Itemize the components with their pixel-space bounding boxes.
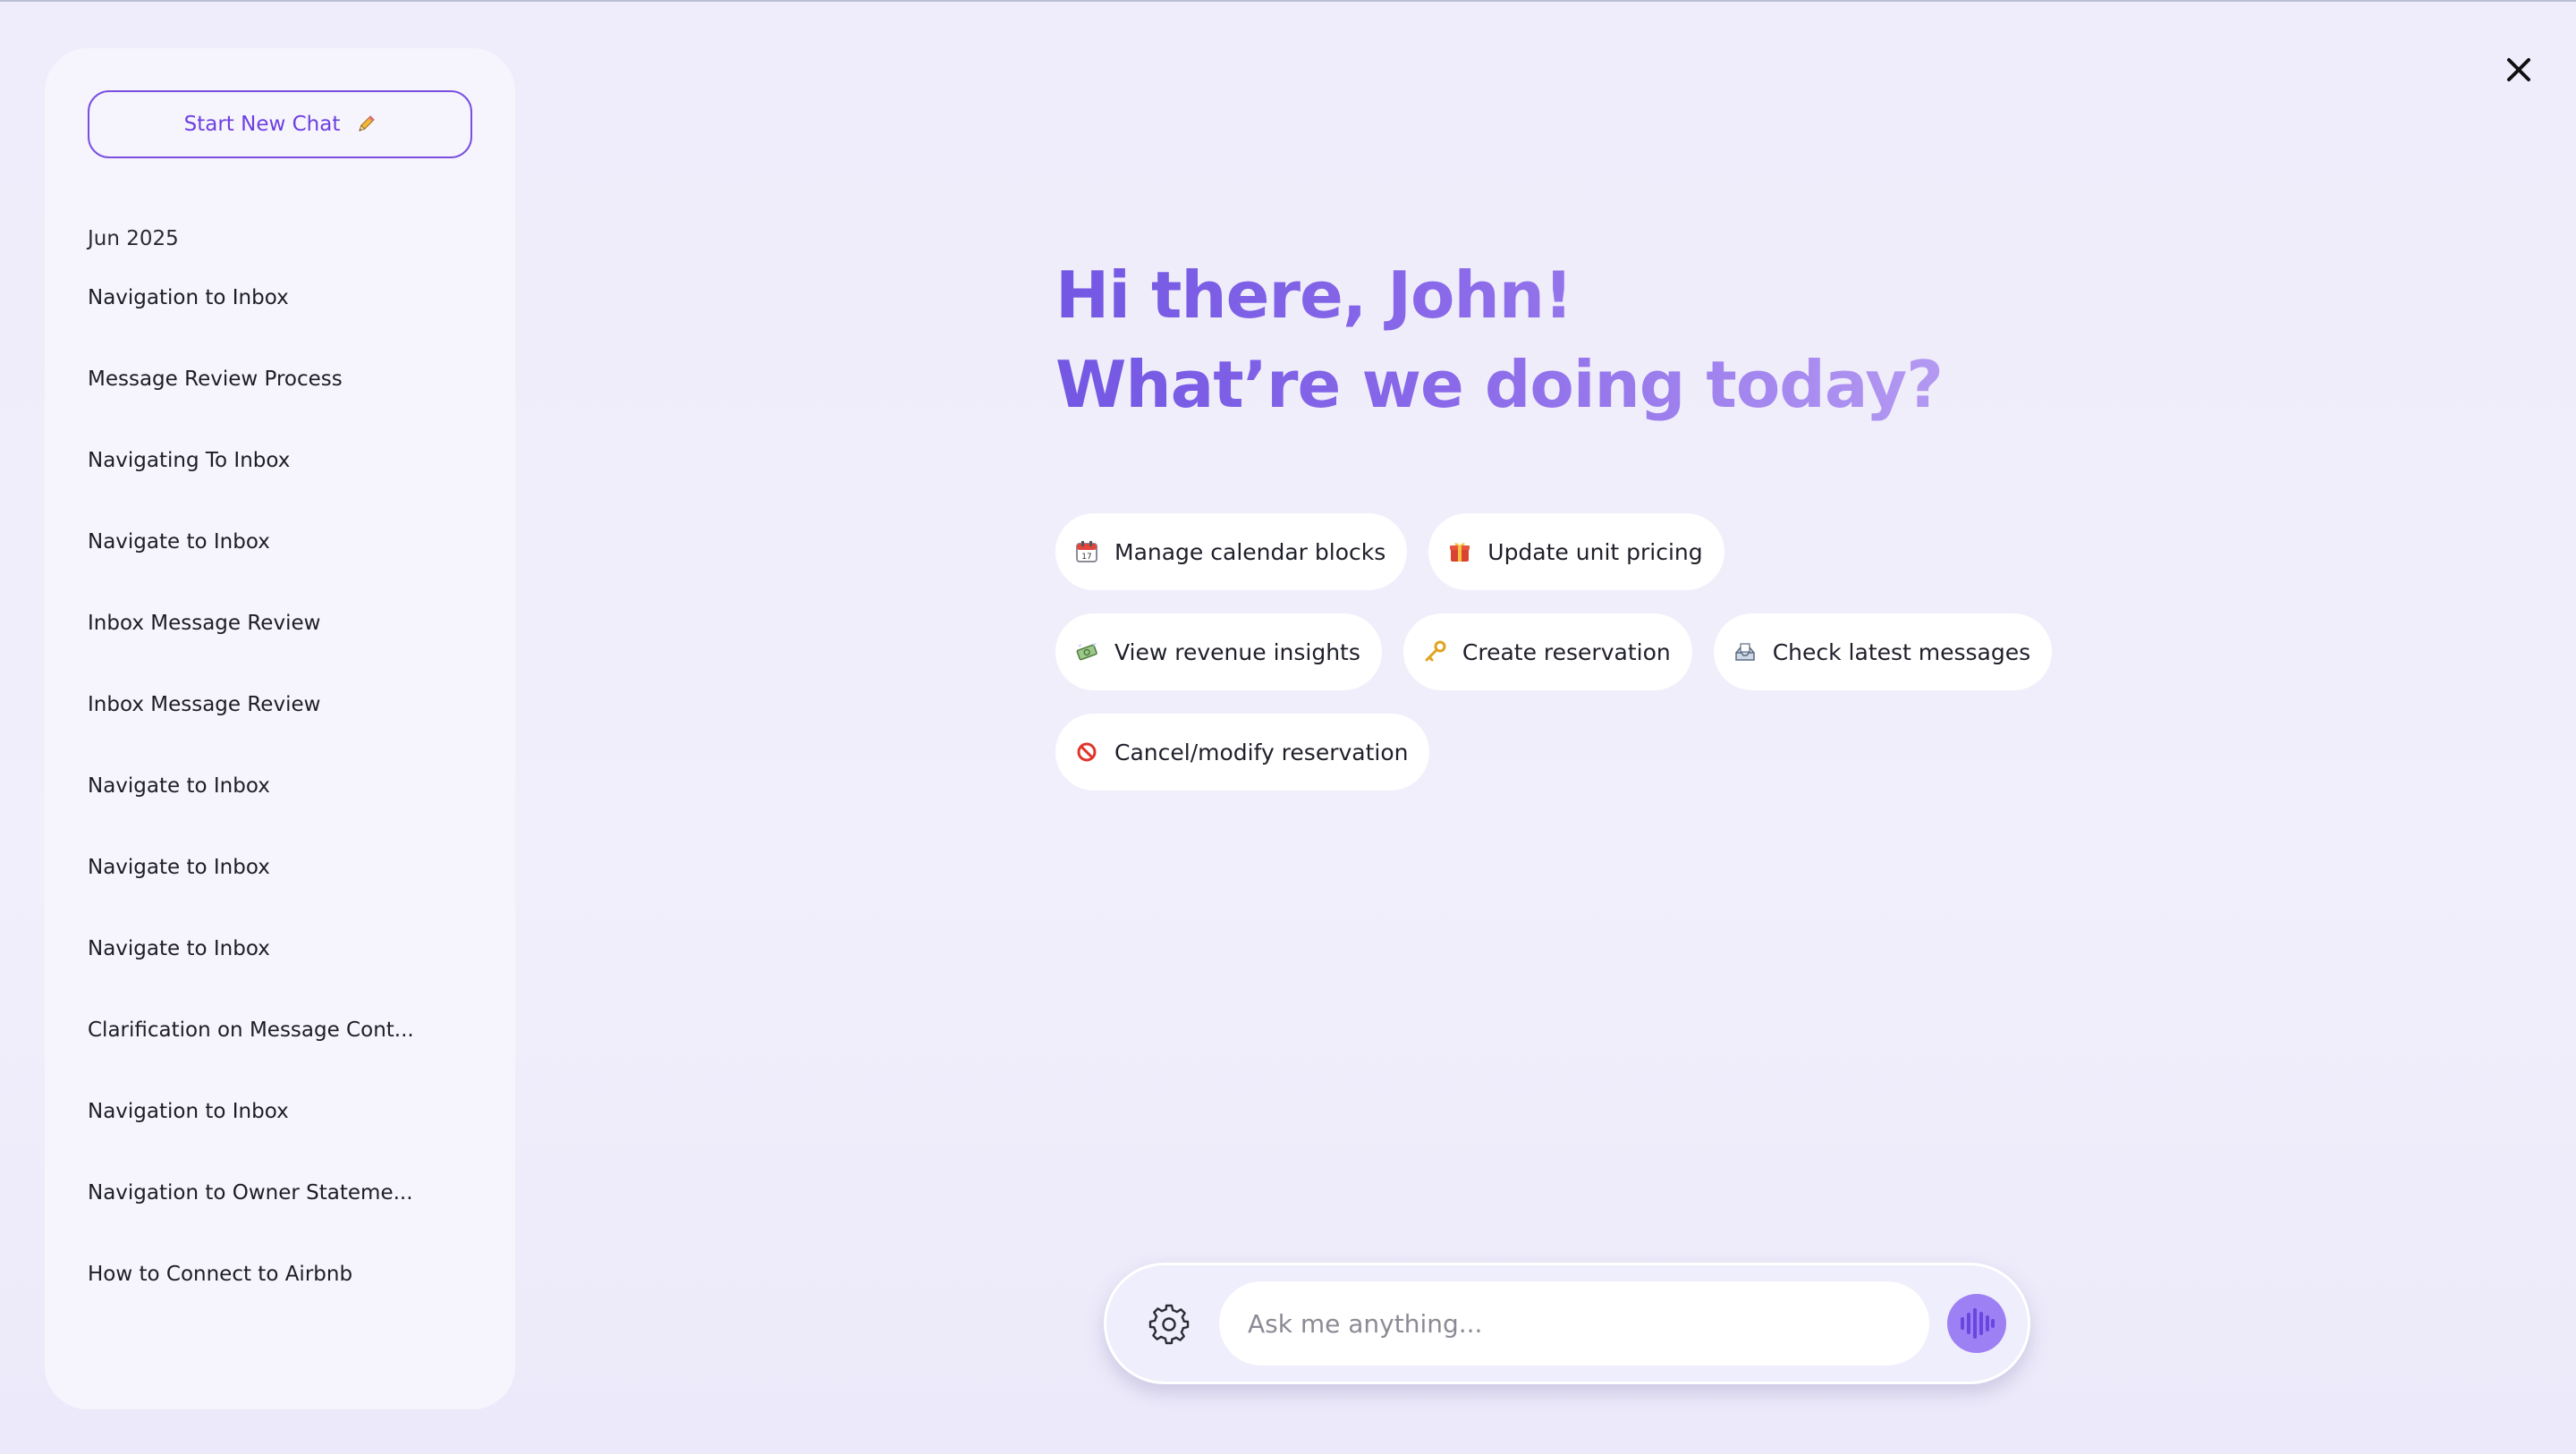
greeting-line-1: Hi there, John! xyxy=(1055,250,1943,340)
voice-input-button[interactable] xyxy=(1947,1294,2006,1353)
svg-text:17: 17 xyxy=(1081,553,1091,562)
calendar-icon: 17 xyxy=(1076,541,1097,562)
history-item[interactable]: Navigation to Inbox xyxy=(88,1102,481,1183)
money-icon xyxy=(1076,643,1097,661)
suggestion-cancel-modify-reservation[interactable]: Cancel/modify reservation xyxy=(1055,714,1430,790)
history-item[interactable]: Navigation to Inbox xyxy=(88,288,481,369)
suggestion-label: Manage calendar blocks xyxy=(1114,538,1386,565)
history-item[interactable]: Navigate to Inbox xyxy=(88,858,481,939)
start-new-chat-label: Start New Chat xyxy=(183,113,341,136)
history-item[interactable]: Navigate to Inbox xyxy=(88,776,481,858)
suggestion-update-unit-pricing[interactable]: Update unit pricing xyxy=(1428,513,1724,590)
history-group-label: Jun 2025 xyxy=(88,227,179,250)
greeting-line-2: What’re we doing today? xyxy=(1055,340,1944,429)
gift-icon xyxy=(1450,543,1470,562)
suggestion-view-revenue-insights[interactable]: View revenue insights xyxy=(1055,613,1382,690)
suggestion-label: Cancel/modify reservation xyxy=(1114,739,1409,765)
key-icon xyxy=(1425,640,1446,662)
pencil-icon xyxy=(359,115,376,131)
close-icon xyxy=(2507,58,2530,81)
greeting-heading: Hi there, John! What’re we doing today? xyxy=(1055,250,1944,429)
history-item[interactable]: Inbox Message Review xyxy=(88,613,481,695)
start-new-chat-button[interactable]: Start New Chat xyxy=(88,90,472,158)
suggestion-label: Check latest messages xyxy=(1772,638,2031,665)
history-item[interactable]: Navigate to Inbox xyxy=(88,532,481,613)
history-item[interactable]: Inbox Message Review xyxy=(88,695,481,776)
suggestion-check-latest-messages[interactable]: Check latest messages xyxy=(1713,613,2053,690)
suggestion-create-reservation[interactable]: Create reservation xyxy=(1402,613,1692,690)
close-button[interactable] xyxy=(2497,48,2540,91)
history-item[interactable]: Navigation to Owner Stateme... xyxy=(88,1183,481,1264)
history-item[interactable]: How to Connect to Airbnb xyxy=(88,1264,481,1346)
settings-button[interactable] xyxy=(1144,1299,1194,1349)
chat-history-sidebar: Start New Chat Jun 2025 Navigation to In… xyxy=(45,48,515,1409)
chip-row: Cancel/modify reservation xyxy=(1055,714,2129,790)
history-item[interactable]: Clarification on Message Cont... xyxy=(88,1020,481,1102)
suggestion-label: Create reservation xyxy=(1462,638,1671,665)
prohibited-icon xyxy=(1077,742,1097,762)
history-item[interactable]: Navigating To Inbox xyxy=(88,451,481,532)
history-item[interactable]: Navigate to Inbox xyxy=(88,939,481,1020)
chat-input-bar xyxy=(1104,1263,2030,1384)
gear-icon xyxy=(1148,1304,1190,1345)
chat-input[interactable] xyxy=(1219,1281,1929,1365)
suggestion-manage-calendar-blocks[interactable]: 17 Manage calendar blocks xyxy=(1055,513,1408,590)
history-item[interactable]: Message Review Process xyxy=(88,369,481,451)
chip-row: 17 Manage calendar blocks Update unit pr… xyxy=(1055,513,2129,590)
suggestion-label: View revenue insights xyxy=(1114,638,1360,665)
suggestion-chips: 17 Manage calendar blocks Update unit pr… xyxy=(1055,513,2129,814)
inbox-icon xyxy=(1734,643,1755,661)
waveform-icon xyxy=(1961,1308,1995,1339)
chip-row: View revenue insights Create reservation… xyxy=(1055,613,2129,690)
suggestion-label: Update unit pricing xyxy=(1487,538,1703,565)
chat-history-list: Navigation to Inbox Message Review Proce… xyxy=(88,288,481,1346)
